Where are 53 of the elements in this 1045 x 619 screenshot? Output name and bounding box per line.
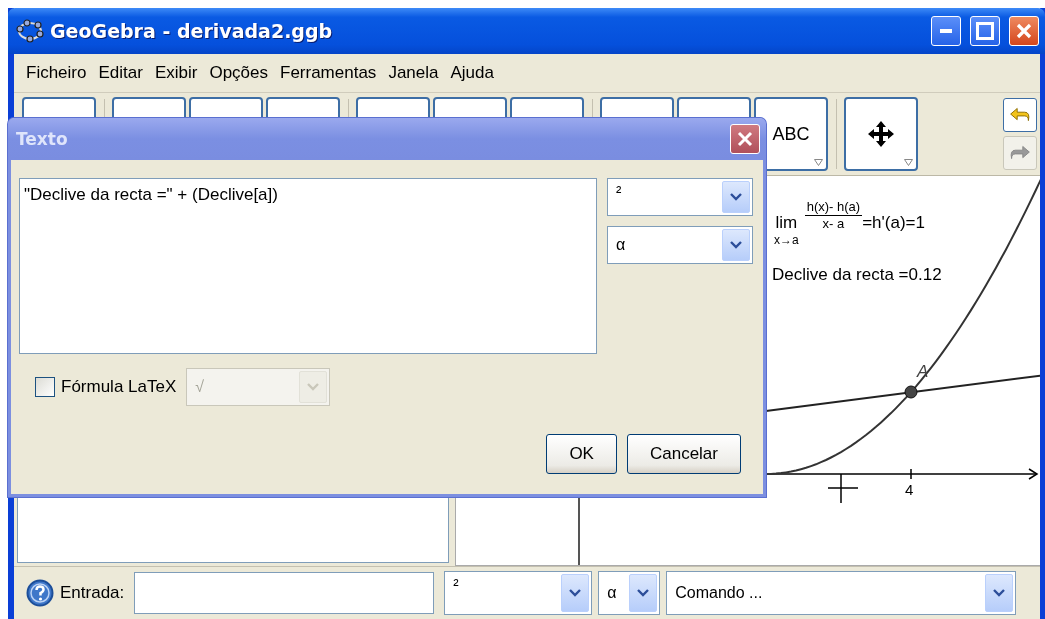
greek-letter-dropdown[interactable]: α [607,226,753,264]
formula-result: =h'(a)=1 [862,213,925,233]
close-button[interactable] [1009,16,1039,46]
command-dropdown[interactable]: Comando ... [666,571,1017,615]
tick-mark [910,468,912,480]
chevron-down-icon [730,241,742,249]
checkbox-label: Fórmula LaTeX [61,377,177,397]
minimize-icon [940,29,952,33]
symbol-dropdown[interactable]: ² [444,571,593,615]
undo-button[interactable] [1003,98,1037,132]
input-label: Entrada: [60,583,125,603]
dropdown-arrow-icon [814,159,823,166]
limit-subscript: x→a [774,233,799,247]
menu-item[interactable]: Opções [203,63,274,83]
chevron-down-icon [637,589,650,597]
menu-item[interactable]: Janela [382,63,445,83]
checkbox[interactable] [35,377,55,397]
text-area[interactable]: "Declive da recta =" + (Declive[a]) [19,178,597,354]
move-icon [866,119,896,149]
axis-tick-label: 4 [905,481,914,498]
maximize-icon [976,22,994,40]
minimize-button[interactable] [931,16,961,46]
cancel-button[interactable]: Cancelar [626,434,741,474]
app-logo-icon [16,19,44,43]
close-icon [1015,22,1033,40]
fraction-denominator: x- a [822,216,845,231]
point-marker [904,385,918,399]
close-icon [736,130,754,148]
close-button[interactable] [730,124,760,154]
window-title: GeoGebra - derivada2.ggb [50,20,334,42]
point-label: A [917,362,929,382]
tool-button[interactable] [844,97,918,171]
greek-letter-dropdown[interactable]: α [598,571,661,615]
slope-text: Declive da recta =0.12 [772,265,942,285]
chevron-down-icon [730,193,742,201]
menu-item[interactable]: Ficheiro [20,63,93,83]
crosshair-cursor [827,473,859,504]
menu-item[interactable]: Ferramentas [274,63,383,83]
limit-symbol: lim [775,213,798,233]
fraction-numerator: h(x)- h(a) [804,199,863,216]
chevron-down-icon [307,383,320,391]
menu-item[interactable]: Editar [92,63,149,83]
dialog-title: Texto [16,129,68,149]
input-field[interactable] [134,572,435,614]
dropdown-arrow-icon [904,159,913,166]
help-icon[interactable] [26,579,54,607]
menu-item[interactable]: Ajuda [444,63,500,83]
chevron-down-icon [993,589,1006,597]
symbol-dropdown[interactable]: ² [607,178,753,216]
ok-button[interactable]: OK [546,434,617,474]
menu-item[interactable]: Exibir [148,63,204,83]
chevron-down-icon [569,589,582,597]
maximize-button[interactable] [970,16,1000,46]
